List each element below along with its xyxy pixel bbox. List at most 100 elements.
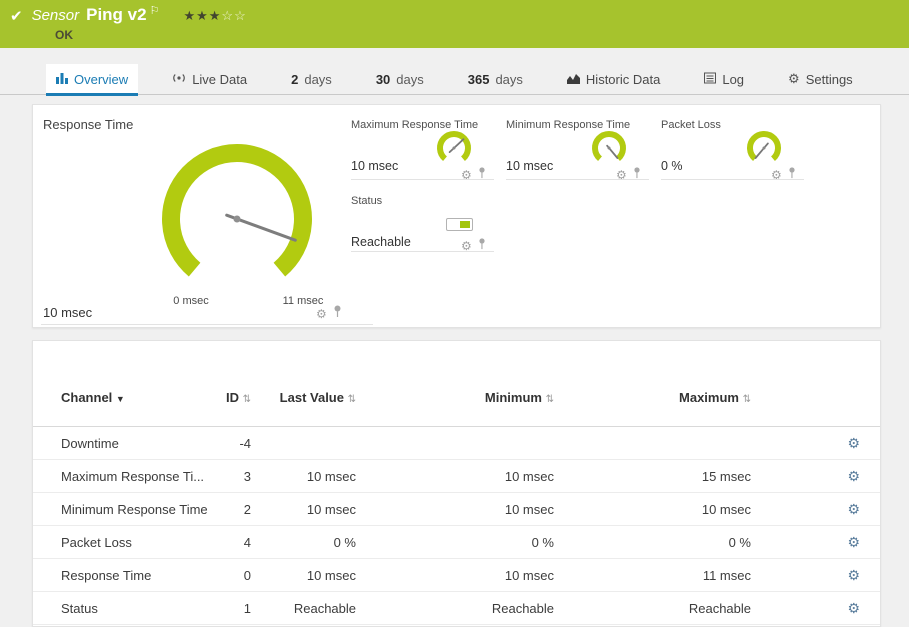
gauges-panel: Response Time 0 msec 11 msec 10 msec ⚙ M… [32,104,881,328]
cell-last-value: 10 msec [251,469,356,484]
divider [41,324,373,325]
ok-check-icon: ✔ [10,7,23,25]
table-row[interactable]: Status 1 Reachable Reachable Reachable ⚙ [33,592,880,625]
pin-icon[interactable] [478,237,486,255]
tab-label: Overview [74,72,128,87]
column-header-id[interactable]: ID ⇅ [211,390,251,407]
status-indicator [446,218,473,231]
tab-label: Historic Data [586,72,660,87]
pin-icon[interactable] [478,166,486,184]
cell-minimum: 10 msec [356,502,554,517]
small-gauge-title: Packet Loss [661,119,721,131]
sort-icon[interactable]: ⇅ [743,394,751,405]
sort-desc-icon[interactable]: ▼ [116,394,125,404]
column-header-minimum[interactable]: Minimum ⇅ [356,390,554,407]
channel-settings-wrench-icon[interactable]: ⚙ [847,600,860,616]
divider [351,179,494,180]
overview-icon [56,72,68,87]
cell-channel: Maximum Response Ti... [61,469,211,484]
max-response-time-gauge [433,129,479,165]
tab-label: Settings [806,72,853,87]
gauge-column-packet-loss: Packet Loss 0 % ⚙ [661,105,804,327]
pin-icon[interactable] [633,166,641,184]
tab-label: Log [722,72,744,87]
stars-filled[interactable]: ★★★ [183,8,221,23]
tab-label-unit: days [396,72,423,87]
cell-maximum: 10 msec [554,502,751,517]
main-gauge-title: Response Time [43,117,133,132]
live-data-icon [172,72,186,87]
status-gauge-title: Status [351,195,382,207]
pin-icon[interactable] [788,166,796,184]
tab-overview[interactable]: Overview [46,64,138,95]
tab-settings[interactable]: ⚙ Settings [788,64,853,95]
tab-30-days[interactable]: 30 days [376,64,424,95]
column-header-last-value[interactable]: Last Value ⇅ [251,390,356,407]
small-gauge-value: 0 % [661,159,683,173]
tab-label-unit: days [495,72,522,87]
gauge-column-min-response: Minimum Response Time 10 msec ⚙ [506,105,649,327]
cell-id: 2 [211,502,251,517]
cell-id: 3 [211,469,251,484]
cell-channel: Response Time [61,568,211,583]
channel-settings-wrench-icon[interactable]: ⚙ [847,501,860,517]
stars-empty[interactable]: ☆☆ [221,8,246,23]
packet-loss-gauge [743,129,789,165]
channel-settings-wrench-icon[interactable]: ⚙ [847,567,860,583]
divider [506,179,649,180]
small-gauge-value: 10 msec [506,159,553,173]
divider [351,251,494,252]
cell-id: 1 [211,601,251,616]
sort-icon[interactable]: ⇅ [348,394,356,405]
tab-label: 30 [376,72,390,87]
gauge-scale-min: 0 msec [161,295,221,307]
settings-gear-icon: ⚙ [788,71,800,87]
tab-log[interactable]: Log [704,64,744,95]
cell-last-value: 10 msec [251,502,356,517]
table-row[interactable]: Minimum Response Time 2 10 msec 10 msec … [33,493,880,526]
main-gauge-value: 10 msec [43,305,92,320]
cell-last-value: Reachable [251,601,356,616]
small-gauge-value: 10 msec [351,159,398,173]
tab-historic-data[interactable]: Historic Data [567,64,660,95]
channel-settings-wrench-icon[interactable]: ⚙ [847,468,860,484]
cell-last-value: 10 msec [251,568,356,583]
column-header-channel[interactable]: Channel ▼ [61,390,211,407]
gauge-settings-gear-icon[interactable]: ⚙ [316,307,327,321]
pin-icon[interactable] [333,305,342,323]
sensor-title: Ping v2 [86,5,146,25]
table-row[interactable]: Packet Loss 4 0 % 0 % 0 % ⚙ [33,526,880,559]
priority-flag-icon[interactable]: ⚐ [150,4,160,17]
object-kind-label: Sensor [32,7,80,24]
cell-minimum: 10 msec [356,469,554,484]
cell-minimum: 0 % [356,535,554,550]
table-row[interactable]: Response Time 0 10 msec 10 msec 11 msec … [33,559,880,592]
table-body: Downtime -4 ⚙ Maximum Response Ti... 3 1… [33,427,880,625]
cell-minimum: Reachable [356,601,554,616]
historic-data-icon [567,72,580,87]
sort-icon[interactable]: ⇅ [243,394,251,405]
response-time-gauge [152,134,322,280]
tab-label: 365 [468,72,490,87]
tab-label-unit: days [304,72,331,87]
tab-live-data[interactable]: Live Data [172,64,247,95]
cell-last-value: 0 % [251,535,356,550]
tab-2-days[interactable]: 2 days [291,64,332,95]
tab-label: 2 [291,72,298,87]
tab-bar: Overview Live Data 2 days 30 days 365 da… [0,64,909,95]
table-header-row: Channel ▼ ID ⇅ Last Value ⇅ Minimum ⇅ Ma… [33,376,880,407]
priority-rating[interactable]: ★★★☆☆ [183,8,246,24]
cell-id: 0 [211,568,251,583]
column-header-maximum[interactable]: Maximum ⇅ [554,390,751,407]
sort-icon[interactable]: ⇅ [546,394,554,405]
cell-maximum: 11 msec [554,568,751,583]
table-row[interactable]: Maximum Response Ti... 3 10 msec 10 msec… [33,460,880,493]
tab-365-days[interactable]: 365 days [468,64,523,95]
cell-channel: Minimum Response Time [61,502,211,517]
cell-channel: Status [61,601,211,616]
log-icon [704,72,716,87]
channel-settings-wrench-icon[interactable]: ⚙ [847,534,860,550]
table-row[interactable]: Downtime -4 ⚙ [33,427,880,460]
status-gauge-value: Reachable [351,235,411,249]
channel-settings-wrench-icon[interactable]: ⚙ [847,435,860,451]
